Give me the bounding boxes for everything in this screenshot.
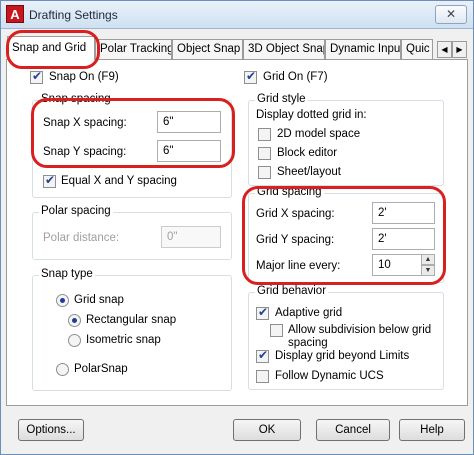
grid-x-spacing-input[interactable]: 2' xyxy=(372,202,435,224)
sheet-layout-label: Sheet/layout xyxy=(277,166,341,178)
title-bar: A Drafting Settings ✕ xyxy=(1,1,473,29)
grid-snap-label: Grid snap xyxy=(74,294,124,306)
cancel-button[interactable]: Cancel xyxy=(316,419,390,441)
snap-x-spacing-label: Snap X spacing: xyxy=(43,117,127,129)
2d-model-space-checkbox[interactable] xyxy=(258,128,271,141)
help-button[interactable]: Help xyxy=(399,419,465,441)
snap-x-spacing-input[interactable]: 6" xyxy=(157,111,221,133)
close-button[interactable]: ✕ xyxy=(435,5,467,24)
window-title: Drafting Settings xyxy=(29,8,118,22)
2d-model-space-label: 2D model space xyxy=(277,128,361,140)
grid-y-spacing-input[interactable]: 2' xyxy=(372,228,435,250)
follow-dynamic-ucs-checkbox[interactable] xyxy=(256,370,269,383)
equal-xy-spacing-checkbox[interactable] xyxy=(43,173,56,188)
major-line-every-input[interactable]: 10 xyxy=(372,254,422,276)
polar-spacing-group-label: Polar spacing xyxy=(39,205,113,217)
allow-subdivision-checkbox[interactable] xyxy=(270,324,283,337)
grid-x-spacing-label: Grid X spacing: xyxy=(256,208,335,220)
grid-on-label: Grid On (F7) xyxy=(263,71,328,83)
snap-spacing-group-label: Snap spacing xyxy=(39,93,113,105)
grid-spacing-group-label: Grid spacing xyxy=(255,186,324,198)
grid-behavior-group-label: Grid behavior xyxy=(255,285,329,297)
polarsnap-radio[interactable] xyxy=(56,363,69,376)
tab-scroll-right-icon[interactable]: ▶ xyxy=(452,41,467,58)
tab-3d-object-snap[interactable]: 3D Object Snap xyxy=(243,39,325,59)
grid-style-group-label: Grid style xyxy=(255,93,308,105)
tab-quick-properties[interactable]: Quic xyxy=(401,39,433,59)
tab-polar-tracking[interactable]: Polar Tracking xyxy=(95,39,172,59)
snap-y-spacing-input[interactable]: 6" xyxy=(157,140,221,162)
snap-type-group-label: Snap type xyxy=(39,268,95,280)
spin-down-icon[interactable]: ▼ xyxy=(421,265,435,276)
snap-on-checkbox[interactable] xyxy=(30,69,43,84)
rectangular-snap-label: Rectangular snap xyxy=(86,314,177,326)
grid-style-description: Display dotted grid in: xyxy=(256,109,367,121)
major-line-every-label: Major line every: xyxy=(256,260,341,272)
block-editor-checkbox[interactable] xyxy=(258,147,271,160)
grid-on-checkbox[interactable] xyxy=(244,69,257,84)
tab-dynamic-input[interactable]: Dynamic Input xyxy=(325,39,401,59)
follow-dynamic-ucs-label: Follow Dynamic UCS xyxy=(275,370,384,382)
rectangular-snap-radio[interactable] xyxy=(68,314,81,327)
adaptive-grid-label: Adaptive grid xyxy=(275,307,343,319)
tab-scroll-left-icon[interactable]: ◀ xyxy=(437,41,452,58)
display-beyond-limits-checkbox[interactable] xyxy=(256,348,269,363)
tab-object-snap[interactable]: Object Snap xyxy=(172,39,243,59)
adaptive-grid-checkbox[interactable] xyxy=(256,305,269,320)
allow-subdivision-label-cont: spacing xyxy=(288,337,328,349)
spin-up-icon[interactable]: ▲ xyxy=(421,254,435,265)
polar-distance-input[interactable]: 0" xyxy=(161,226,221,248)
allow-subdivision-label: Allow subdivision below grid xyxy=(288,324,432,336)
polar-distance-label: Polar distance: xyxy=(43,232,120,244)
isometric-snap-label: Isometric snap xyxy=(86,334,161,346)
block-editor-label: Block editor xyxy=(277,147,338,159)
ok-button[interactable]: OK xyxy=(233,419,301,441)
sheet-layout-checkbox[interactable] xyxy=(258,166,271,179)
equal-xy-spacing-label: Equal X and Y spacing xyxy=(61,175,177,187)
polarsnap-label: PolarSnap xyxy=(74,363,128,375)
isometric-snap-radio[interactable] xyxy=(68,334,81,347)
drafting-settings-dialog: A Drafting Settings ✕ Snap and Grid Pola… xyxy=(0,0,474,455)
options-button[interactable]: Options... xyxy=(18,419,84,441)
snap-on-label: Snap On (F9) xyxy=(49,71,119,83)
grid-snap-radio[interactable] xyxy=(56,294,69,307)
display-beyond-limits-label: Display grid beyond Limits xyxy=(275,350,410,362)
snap-and-grid-panel: Snap On (F9) Snap spacing Snap X spacing… xyxy=(6,59,468,406)
grid-y-spacing-label: Grid Y spacing: xyxy=(256,234,335,246)
snap-y-spacing-label: Snap Y spacing: xyxy=(43,146,127,158)
autocad-app-icon: A xyxy=(6,5,24,23)
tab-snap-and-grid[interactable]: Snap and Grid xyxy=(7,36,95,60)
